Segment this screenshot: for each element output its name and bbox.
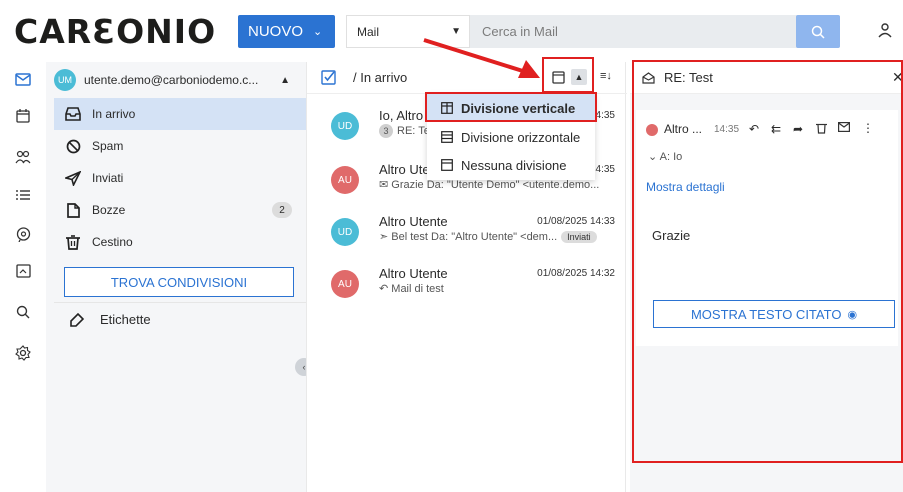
account-row[interactable]: UM utente.demo@carboniodemo.c... ▲ [54, 66, 298, 94]
folder-tag: Inviati [561, 231, 597, 243]
folder-trash[interactable]: Cestino [54, 226, 306, 258]
reply-icon: ↶ [379, 283, 389, 295]
folder-sent[interactable]: Inviati [54, 162, 306, 194]
unread-badge: 2 [272, 202, 292, 218]
avatar: AU [331, 270, 359, 298]
folder-label: Inviati [92, 171, 124, 185]
new-button[interactable]: NUOVO ⌄ [238, 15, 335, 48]
breadcrumb: / In arrivo [353, 70, 408, 85]
menu-item-label: Nessuna divisione [461, 157, 567, 173]
avatar: AU [331, 166, 359, 194]
annotation-box-vertical-split [425, 92, 597, 122]
folder-label: Bozze [92, 203, 126, 217]
chevron-up-icon[interactable]: ▲ [280, 75, 290, 86]
chevron-down-icon[interactable]: ⌄ [313, 25, 322, 38]
folder-spam[interactable]: Spam [54, 130, 306, 162]
message-time: 01/08/2025 14:33 [537, 216, 615, 227]
sender-name: Altro Utente [379, 266, 448, 281]
find-shares-button[interactable]: TROVA CONDIVISIONI [64, 267, 294, 297]
draft-icon [64, 201, 82, 219]
folder-drafts[interactable]: Bozze 2 [54, 194, 306, 226]
folder-label: Spam [92, 139, 124, 153]
tag-icon [70, 312, 84, 327]
tags-label: Etichette [100, 312, 151, 327]
search-icon [811, 25, 825, 39]
contacts-icon[interactable] [14, 148, 32, 166]
menu-item-label: Divisione orizzontale [461, 129, 581, 145]
block-icon [64, 137, 82, 155]
sender-name: Altro Ute [379, 162, 430, 177]
folder-inbox[interactable]: In arrivo [54, 98, 306, 130]
list-item[interactable]: AU Altro Utente 01/08/2025 14:32 ↶ Mail … [307, 260, 627, 312]
select-all-checkbox-icon[interactable] [321, 70, 336, 85]
calendar-icon[interactable] [14, 107, 32, 125]
search-icon[interactable] [14, 303, 32, 321]
send-icon: ➣ [379, 231, 389, 243]
trash-icon [64, 233, 82, 251]
annotation-box-reading-pane [632, 60, 903, 463]
message-preview: Grazie Da: "Utente Demo" <utente.demo... [391, 179, 600, 191]
account-email: utente.demo@carboniodemo.c... [84, 73, 259, 87]
avatar: UD [331, 218, 359, 246]
list-item[interactable]: UD Altro Utente 01/08/2025 14:33 ➣ Bel t… [307, 208, 627, 260]
horizontal-split-icon [441, 131, 453, 143]
user-account-icon[interactable] [878, 22, 892, 38]
tasks-icon[interactable] [14, 186, 32, 204]
message-preview-line: ↶ Mail di test [379, 282, 444, 295]
avatar: UM [54, 69, 76, 91]
avatar: UD [331, 112, 359, 140]
annotation-box-split-button [542, 57, 594, 93]
message-preview-line: ➣ Bel test Da: "Altro Utente" <dem... Inv… [379, 230, 597, 243]
message-preview: Mail di test [391, 283, 444, 295]
folder-sidebar: UM utente.demo@carboniodemo.c... ▲ In ar… [46, 62, 306, 492]
thread-count: 3 [379, 124, 393, 138]
module-select-value: Mail [357, 24, 380, 39]
settings-icon[interactable] [14, 344, 32, 362]
app-rail [0, 62, 46, 492]
sort-icon[interactable]: ≡↓ [600, 70, 612, 82]
menu-item-horizontal-split[interactable]: Divisione orizzontale [427, 123, 595, 151]
mail-icon[interactable] [14, 70, 32, 88]
inbox-icon [64, 105, 82, 123]
send-icon [64, 169, 82, 187]
chats-icon[interactable] [14, 225, 32, 243]
folder-label: In arrivo [92, 107, 136, 121]
carbonio-logo[interactable]: CARƐONIO [14, 12, 216, 51]
message-time: 4:35 [595, 164, 615, 175]
message-time: 01/08/2025 14:32 [537, 268, 615, 279]
sender-name: Altro Utente [379, 214, 448, 229]
tags-section[interactable]: Etichette [54, 302, 306, 336]
message-time: 4:35 [595, 110, 615, 121]
menu-item-no-split[interactable]: Nessuna divisione [427, 151, 595, 179]
new-button-label: NUOVO [248, 23, 304, 40]
files-icon[interactable] [14, 262, 32, 280]
folder-label: Cestino [92, 235, 133, 249]
annotation-arrow [420, 36, 544, 82]
message-preview: Bel test Da: "Altro Utente" <dem... [391, 231, 558, 243]
search-button[interactable] [796, 15, 840, 48]
no-split-icon [441, 159, 453, 171]
read-mail-icon: ✉ [379, 179, 389, 191]
